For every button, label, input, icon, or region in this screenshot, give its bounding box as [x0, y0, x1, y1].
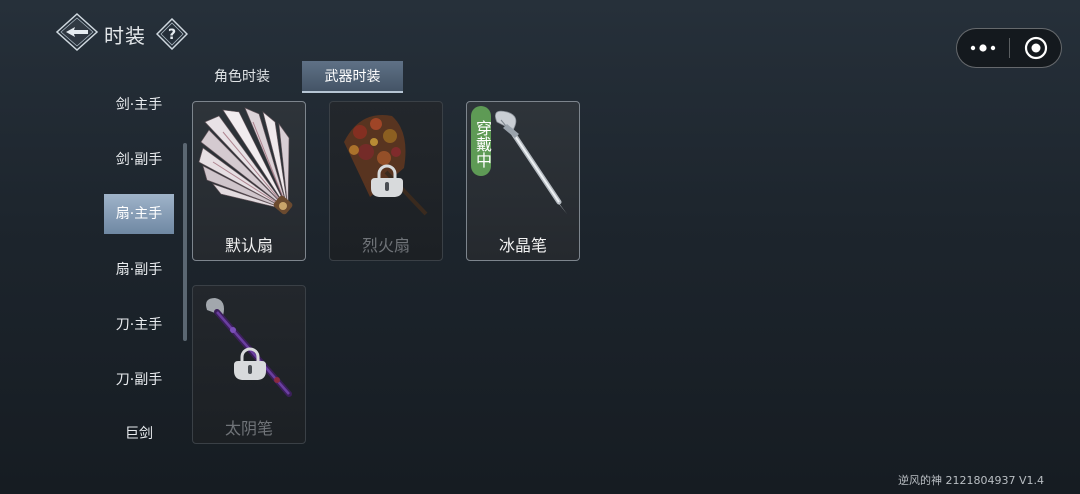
tab-weapon-outfit[interactable]: 武器时装: [302, 61, 403, 93]
close-miniprogram-button[interactable]: [1010, 29, 1062, 67]
sidebar-scrollbar[interactable]: [183, 143, 187, 341]
item-card-fire-fan[interactable]: 烈火扇: [329, 101, 443, 261]
item-name: 烈火扇: [361, 236, 410, 255]
target-circle-icon: [1024, 36, 1048, 60]
diamond-question-icon: ?: [155, 17, 189, 51]
help-button[interactable]: ?: [155, 17, 189, 51]
more-dots-icon: [970, 44, 996, 52]
lock-icon: [371, 164, 403, 197]
tab-character-outfit[interactable]: 角色时装: [190, 61, 294, 93]
category-greatsword[interactable]: 巨剑: [104, 414, 174, 454]
item-name: 默认扇: [224, 236, 273, 255]
feather-fan-icon: [198, 107, 293, 215]
footer-user-version: 逆风的神 2121804937 V1.4: [898, 474, 1044, 487]
item-card-default-fan[interactable]: 默认扇: [192, 101, 306, 261]
category-sword-off[interactable]: 剑·副手: [104, 140, 174, 180]
item-name: 冰晶笔: [498, 236, 547, 255]
capsule-menu: [956, 28, 1062, 68]
more-button[interactable]: [957, 29, 1009, 67]
diamond-back-arrow-icon: [55, 12, 99, 52]
help-glyph: ?: [168, 27, 176, 43]
lock-icon: [234, 347, 266, 380]
category-blade-main[interactable]: 刀·主手: [104, 305, 174, 345]
back-button[interactable]: [55, 12, 99, 52]
category-blade-off[interactable]: 刀·副手: [104, 360, 174, 400]
equipped-badge: 穿戴中: [471, 106, 492, 176]
category-sword-main[interactable]: 剑·主手: [104, 85, 174, 125]
item-card-taiyin-brush[interactable]: 太阴笔: [192, 285, 306, 444]
category-fan-off[interactable]: 扇·副手: [104, 250, 174, 290]
category-fan-main[interactable]: 扇·主手: [104, 194, 174, 234]
item-name: 太阴笔: [224, 419, 273, 438]
item-card-ice-brush[interactable]: 穿戴中 冰晶笔: [466, 101, 580, 261]
page-title: 时装: [104, 24, 146, 48]
